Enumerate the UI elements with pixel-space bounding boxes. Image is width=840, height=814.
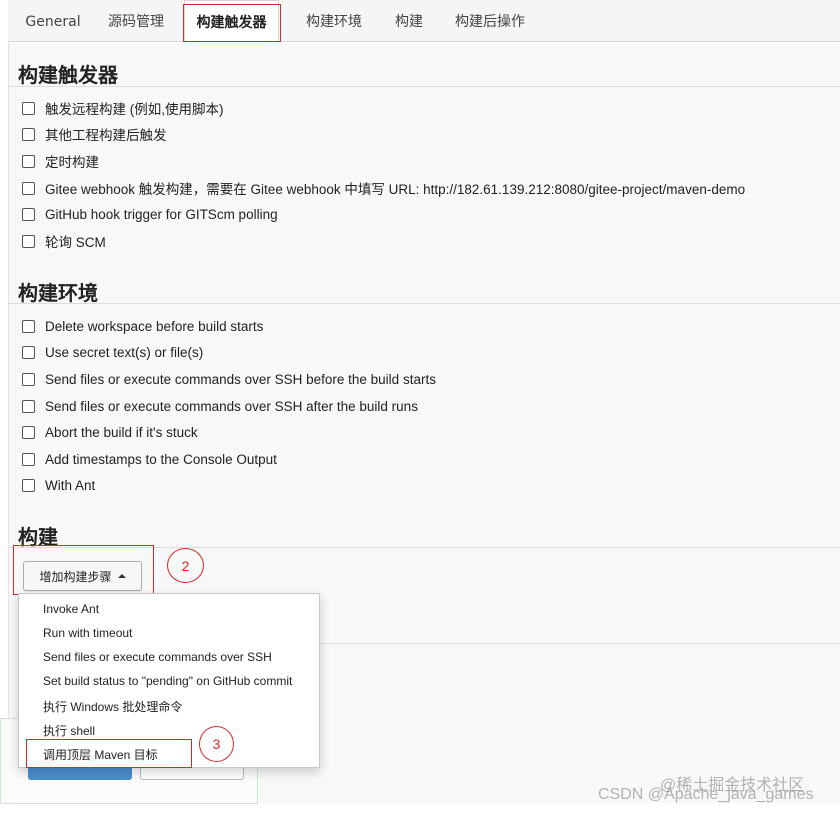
option-label: Send files or execute commands over SSH … — [45, 398, 418, 414]
option-with-ant[interactable]: With Ant — [22, 475, 95, 495]
checkbox[interactable] — [22, 372, 35, 386]
section-divider — [320, 643, 840, 644]
option-gitee-webhook[interactable]: Gitee webhook 触发构建，需要在 Gitee webhook 中填写… — [22, 178, 745, 198]
menu-item-execute-shell[interactable]: 执行 shell — [43, 722, 95, 739]
option-github-hook[interactable]: GitHub hook trigger for GITScm polling — [22, 204, 278, 224]
checkbox[interactable] — [22, 207, 35, 221]
option-poll-scm[interactable]: 轮询 SCM — [22, 231, 106, 251]
option-label: Add timestamps to the Console Output — [45, 451, 277, 467]
option-ssh-before[interactable]: Send files or execute commands over SSH … — [22, 369, 436, 389]
tab-post-build[interactable]: 构建后操作 — [444, 0, 536, 42]
tab-build-environment[interactable]: 构建环境 — [290, 0, 378, 42]
option-ssh-after[interactable]: Send files or execute commands over SSH … — [22, 396, 418, 416]
section-title-build-triggers: 构建触发器 — [18, 63, 118, 87]
option-label: Send files or execute commands over SSH … — [45, 371, 436, 387]
option-remote-trigger[interactable]: 触发远程构建 (例如,使用脚本) — [22, 98, 224, 118]
option-label: 轮询 SCM — [45, 235, 106, 250]
tab-general[interactable]: General — [18, 0, 88, 42]
checkbox[interactable] — [22, 425, 35, 439]
section-divider — [8, 303, 840, 304]
tab-source-control[interactable]: 源码管理 — [100, 0, 172, 42]
menu-item-windows-batch[interactable]: 执行 Windows 批处理命令 — [43, 698, 182, 715]
option-delete-workspace[interactable]: Delete workspace before build starts — [22, 316, 263, 336]
checkbox[interactable] — [22, 345, 35, 359]
annotation-circle-2: 2 — [167, 548, 204, 583]
option-build-periodically[interactable]: 定时构建 — [22, 151, 99, 171]
option-after-other-projects[interactable]: 其他工程构建后触发 — [22, 124, 167, 144]
option-label: GitHub hook trigger for GITScm polling — [45, 206, 278, 222]
option-label: 其他工程构建后触发 — [45, 128, 167, 143]
annotation-box-3 — [26, 739, 192, 768]
menu-item-invoke-ant[interactable]: Invoke Ant — [43, 602, 99, 616]
option-label: 定时构建 — [45, 155, 99, 170]
option-label: Delete workspace before build starts — [45, 318, 264, 334]
option-label: Abort the build if it's stuck — [45, 424, 198, 440]
checkbox[interactable] — [22, 154, 35, 168]
menu-item-github-pending[interactable]: Set build status to "pending" on GitHub … — [43, 674, 292, 688]
option-timestamps[interactable]: Add timestamps to the Console Output — [22, 449, 277, 469]
menu-item-send-files-ssh[interactable]: Send files or execute commands over SSH — [43, 650, 272, 664]
checkbox[interactable] — [22, 478, 35, 492]
section-title-build-environment: 构建环境 — [18, 281, 98, 305]
annotation-box-1 — [183, 4, 281, 42]
option-label: With Ant — [45, 477, 96, 493]
option-label: 触发远程构建 (例如,使用脚本) — [45, 102, 224, 117]
option-abort-stuck[interactable]: Abort the build if it's stuck — [22, 422, 198, 442]
save-button[interactable] — [28, 766, 132, 780]
checkbox[interactable] — [22, 452, 35, 466]
section-divider — [8, 86, 840, 87]
option-secret-text[interactable]: Use secret text(s) or file(s) — [22, 342, 203, 362]
watermark-csdn: CSDN @Apache_java_games — [598, 786, 814, 803]
option-label: Gitee webhook 触发构建，需要在 Gitee webhook 中填写… — [45, 182, 746, 197]
checkbox[interactable] — [22, 234, 35, 248]
checkbox[interactable] — [22, 127, 35, 141]
checkbox[interactable] — [22, 181, 35, 195]
annotation-circle-3: 3 — [199, 726, 234, 762]
checkbox[interactable] — [22, 399, 35, 413]
checkbox[interactable] — [22, 101, 35, 115]
apply-button[interactable] — [140, 766, 244, 780]
menu-item-run-with-timeout[interactable]: Run with timeout — [43, 626, 132, 640]
option-label: Use secret text(s) or file(s) — [45, 344, 204, 360]
tab-bar: General 源码管理 构建触发器 构建环境 构建 构建后操作 — [8, 0, 840, 43]
tab-build[interactable]: 构建 — [386, 0, 432, 42]
annotation-box-2 — [13, 545, 154, 595]
checkbox[interactable] — [22, 319, 35, 333]
